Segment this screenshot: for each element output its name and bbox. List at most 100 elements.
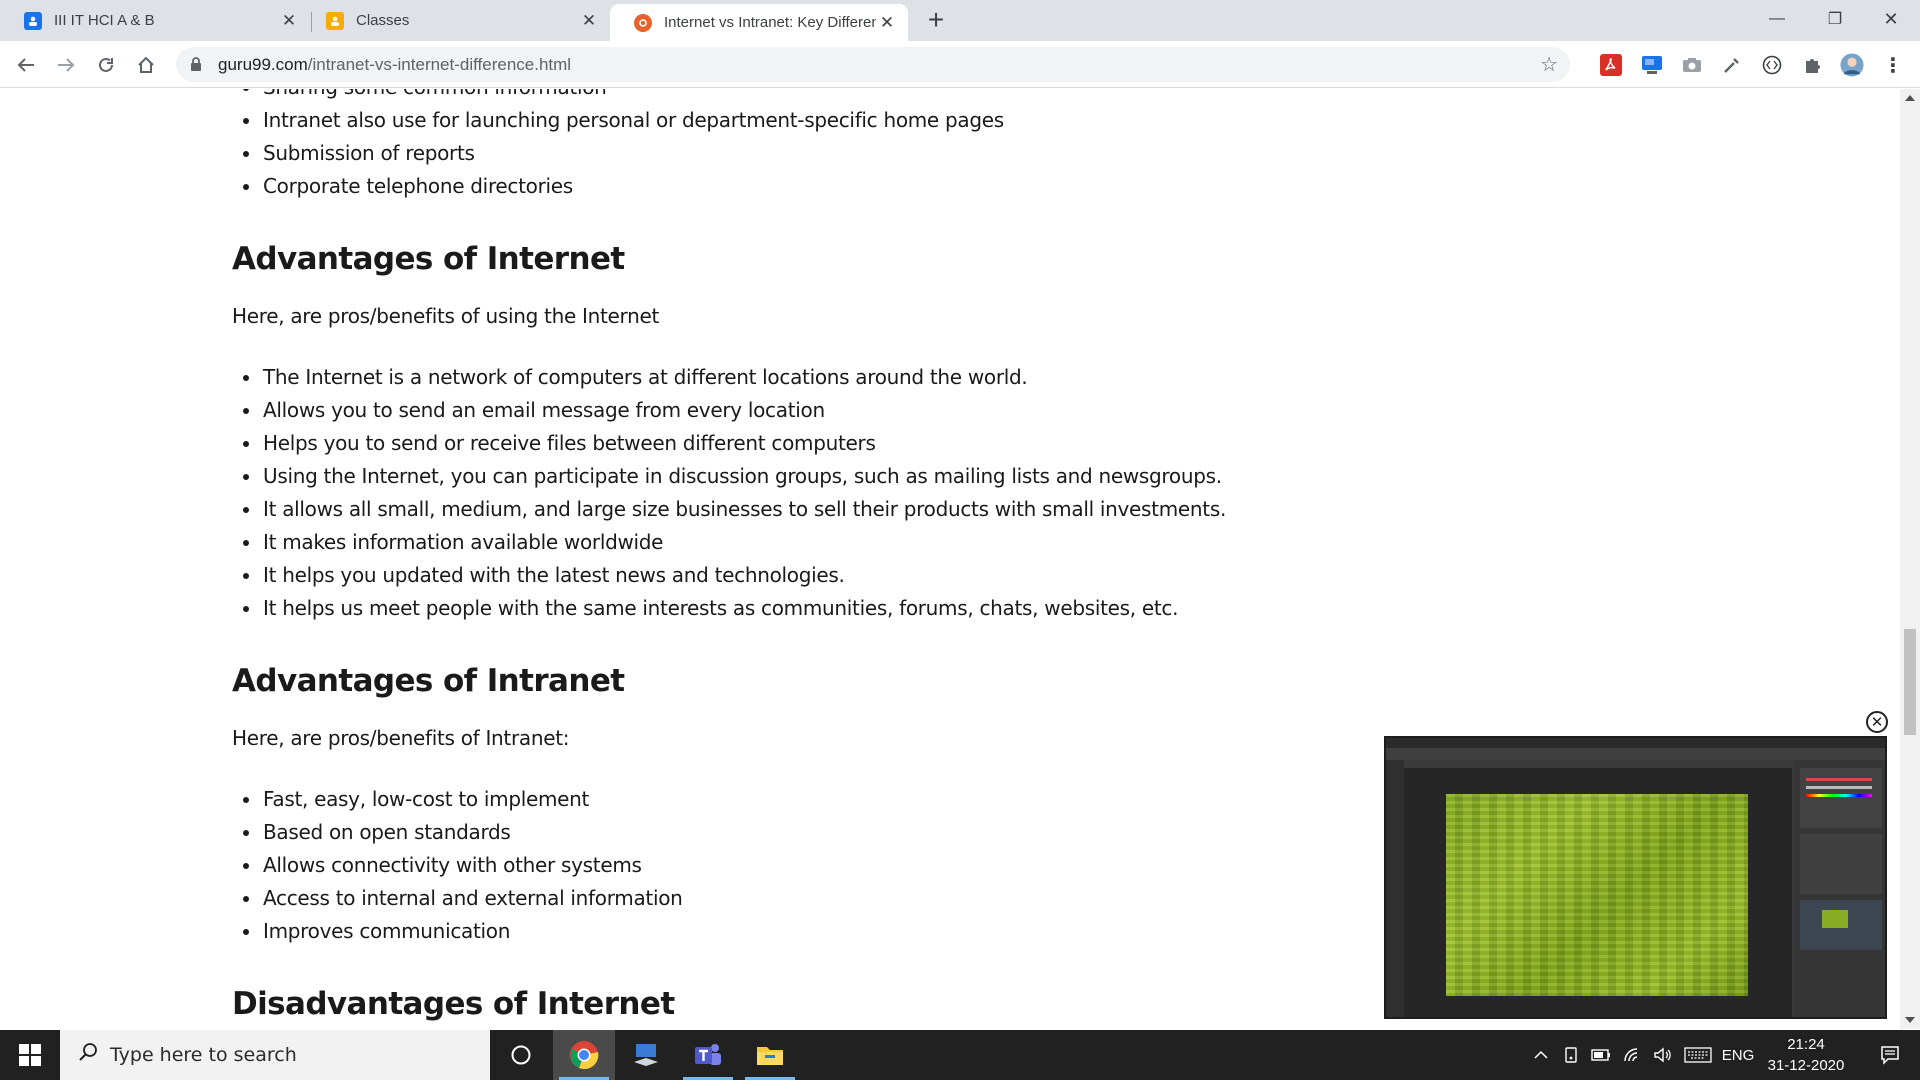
section-intro: Here, are pros/benefits of Intranet:: [232, 726, 570, 750]
bookmark-star-icon[interactable]: ☆: [1540, 52, 1558, 77]
internet-advantages-list: The Internet is a network of computers a…: [232, 361, 1232, 625]
url-text[interactable]: guru99.com/intranet-vs-internet-differen…: [218, 55, 571, 75]
tab-internet-vs-intranet[interactable]: Internet vs Intranet: Key Differenc ✕: [610, 4, 908, 41]
list-item: Access to internal and external informat…: [232, 882, 1232, 915]
guru99-icon: [634, 13, 652, 32]
tab-hci[interactable]: III IT HCI A & B ✕: [0, 0, 310, 41]
video-app-menubar: [1386, 738, 1885, 748]
code-brackets-icon[interactable]: [1760, 53, 1784, 77]
intro-list: Sharing some common information Intranet…: [232, 89, 1232, 203]
list-item: It helps you updated with the latest new…: [232, 559, 1232, 592]
screen-share-icon: [634, 1044, 658, 1066]
scroll-up-arrow-icon[interactable]: [1905, 95, 1915, 101]
browser-menu-icon[interactable]: ⋮: [1881, 53, 1905, 77]
list-item: Based on open standards: [232, 816, 1232, 849]
tab-close-icon[interactable]: ✕: [578, 10, 600, 32]
folder-icon: [757, 1047, 783, 1065]
hue-slider: [1806, 794, 1872, 797]
forward-arrow-icon[interactable]: [50, 49, 82, 81]
list-item: The Internet is a network of computers a…: [232, 361, 1232, 394]
adobe-acrobat-icon[interactable]: [1599, 53, 1623, 77]
classroom-blue-icon: [24, 11, 42, 30]
lock-icon[interactable]: [190, 56, 202, 72]
list-item: Intranet also use for launching personal…: [232, 104, 1232, 137]
scrollbar-thumb[interactable]: [1904, 629, 1916, 735]
battery-icon[interactable]: [1588, 1030, 1614, 1080]
list-item: Helps you to send or receive files betwe…: [232, 427, 1232, 460]
list-item: Corporate telephone directories: [232, 170, 1232, 203]
list-item: Allows you to send an email message from…: [232, 394, 1232, 427]
minimize-button[interactable]: —: [1748, 0, 1806, 38]
scroll-down-arrow-icon[interactable]: [1905, 1017, 1915, 1023]
show-hidden-icons-chevron-icon[interactable]: [1530, 1030, 1552, 1080]
restore-button[interactable]: ❐: [1806, 0, 1864, 38]
chrome-icon: [570, 1041, 599, 1070]
device-icon[interactable]: [1558, 1030, 1584, 1080]
section-intro: Here, are pros/benefits of using the Int…: [232, 304, 660, 328]
windows-taskbar: Type here to search ENG 21:24 31-12-2020: [0, 1030, 1920, 1080]
eyedropper-icon[interactable]: [1720, 53, 1744, 77]
volume-icon[interactable]: [1650, 1030, 1676, 1080]
list-item: Sharing some common information: [232, 89, 1232, 104]
chrome-taskbar-button[interactable]: [553, 1030, 615, 1080]
profile-avatar[interactable]: [1840, 53, 1864, 77]
taskbar-clock[interactable]: 21:24 31-12-2020: [1756, 1034, 1856, 1076]
search-icon: [78, 1042, 98, 1068]
tab-strip: III IT HCI A & B ✕ Classes ✕ Internet vs…: [0, 0, 1920, 41]
list-item: It makes information available worldwide: [232, 526, 1232, 559]
section-heading: Disadvantages of Internet: [232, 986, 675, 1022]
close-window-button[interactable]: ✕: [1862, 0, 1920, 38]
list-item: It helps us meet people with the same in…: [232, 592, 1232, 625]
section-heading: Advantages of Intranet: [232, 663, 625, 699]
windows-logo-icon: [19, 1044, 41, 1066]
clock-date: 31-12-2020: [1767, 1057, 1845, 1074]
tab-close-icon[interactable]: ✕: [278, 10, 300, 32]
reload-icon[interactable]: [90, 49, 122, 81]
back-arrow-icon[interactable]: [10, 49, 42, 81]
adjustments-panel: [1800, 834, 1882, 894]
video-close-icon[interactable]: ✕: [1866, 711, 1888, 733]
tab-title: Internet vs Intranet: Key Differenc: [664, 14, 876, 31]
floating-video-player[interactable]: [1384, 736, 1887, 1019]
classroom-yellow-icon: [326, 11, 344, 30]
layer-thumbnail: [1822, 910, 1848, 928]
color-slider: [1806, 786, 1872, 789]
new-tab-button[interactable]: +: [921, 6, 951, 36]
task-view-button[interactable]: [490, 1030, 552, 1080]
tab-close-icon[interactable]: ✕: [876, 12, 898, 34]
browser-toolbar: guru99.com/intranet-vs-internet-differen…: [0, 41, 1920, 88]
article-body: Sharing some common information Intranet…: [232, 89, 1232, 1029]
taskbar-search-input[interactable]: Type here to search: [60, 1030, 490, 1080]
address-bar[interactable]: guru99.com/intranet-vs-internet-differen…: [176, 47, 1570, 82]
keyboard-icon[interactable]: [1682, 1030, 1714, 1080]
tab-classes[interactable]: Classes ✕: [302, 0, 610, 41]
search-placeholder: Type here to search: [110, 1044, 297, 1066]
file-explorer-taskbar-button[interactable]: [739, 1030, 801, 1080]
wifi-icon[interactable]: [1620, 1030, 1646, 1080]
clock-time: 21:24: [1787, 1036, 1825, 1053]
screen-share-taskbar-button[interactable]: [615, 1030, 677, 1080]
windows-start-button[interactable]: [0, 1030, 60, 1080]
list-item: It allows all small, medium, and large s…: [232, 493, 1232, 526]
screen-capture-extension-icon[interactable]: [1640, 53, 1664, 77]
action-center-icon[interactable]: [1860, 1030, 1920, 1080]
tab-title: Classes: [356, 12, 410, 29]
tab-title: III IT HCI A & B: [54, 12, 155, 29]
color-panel: [1800, 768, 1882, 828]
video-app-options-bar: [1386, 748, 1885, 760]
list-item: Improves communication: [232, 915, 1232, 948]
list-item: Fast, easy, low-cost to implement: [232, 783, 1232, 816]
teams-taskbar-button[interactable]: [677, 1030, 739, 1080]
color-slider: [1806, 778, 1872, 781]
intranet-advantages-list: Fast, easy, low-cost to implement Based …: [232, 783, 1232, 948]
microsoft-teams-icon: [695, 1044, 721, 1065]
list-item: Submission of reports: [232, 137, 1232, 170]
extensions-puzzle-icon[interactable]: [1800, 53, 1824, 77]
green-texture-canvas: [1446, 794, 1748, 996]
list-item: Using the Internet, you can participate …: [232, 460, 1232, 493]
page-scrollbar[interactable]: [1900, 89, 1920, 1029]
video-app-tools-panel: [1386, 760, 1404, 1017]
camera-icon[interactable]: [1680, 53, 1704, 77]
input-language-indicator[interactable]: ENG: [1718, 1030, 1758, 1080]
home-icon[interactable]: [130, 49, 162, 81]
